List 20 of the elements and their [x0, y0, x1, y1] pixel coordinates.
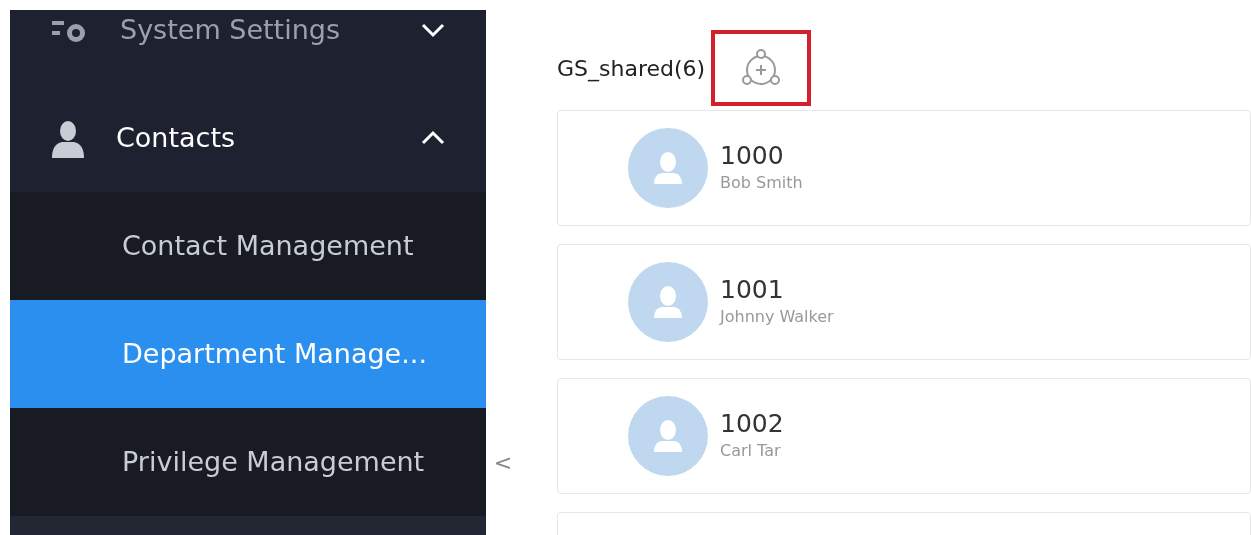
group-title: GS_shared(6)	[557, 54, 706, 84]
avatar-icon	[628, 128, 708, 208]
contact-number: 1002	[720, 409, 784, 439]
menu-item[interactable]: Privilege Management	[10, 408, 486, 516]
menu-item[interactable]: Contacts	[10, 84, 486, 192]
contact-card[interactable]: 1002 Carl Tar	[557, 378, 1251, 494]
menu-item[interactable]: Contact Management	[10, 192, 486, 300]
sidebar-row[interactable]	[10, 516, 486, 535]
contact-card[interactable]: 1000 Bob Smith	[557, 110, 1251, 226]
avatar-icon	[628, 396, 708, 476]
menu-item[interactable]: System Settings	[10, 10, 486, 84]
contact-name: Carl Tar	[720, 440, 782, 462]
contact-number: 1000	[720, 141, 785, 171]
person-icon	[50, 120, 86, 159]
add-member-button[interactable]	[711, 30, 812, 106]
contact-card[interactable]: 1001 Johnny Walker	[557, 244, 1251, 360]
avatar-icon	[628, 262, 708, 342]
contact-number: 1001	[720, 275, 785, 305]
contact-name: Bob Smith	[720, 172, 803, 194]
contact-name: Johnny Walker	[720, 306, 834, 328]
